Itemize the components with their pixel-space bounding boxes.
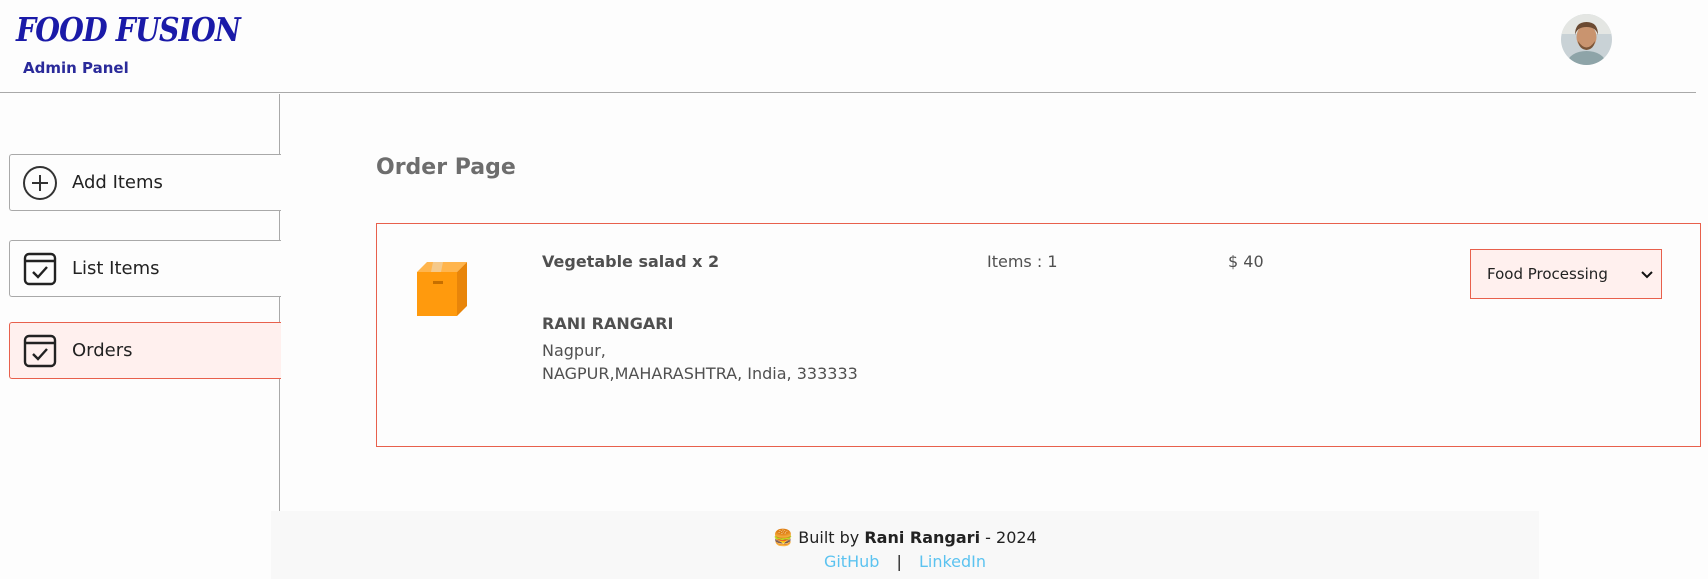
sidebar-item-label: Orders bbox=[72, 340, 133, 361]
footer-links: GitHub | LinkedIn bbox=[271, 552, 1539, 571]
sidebar-item-orders[interactable]: Orders bbox=[9, 322, 281, 379]
parcel-icon bbox=[409, 256, 471, 318]
avatar-image bbox=[1561, 14, 1612, 65]
sidebar-item-add-items[interactable]: Add Items bbox=[9, 154, 281, 211]
checkbox-icon bbox=[22, 333, 58, 369]
address-line-2: NAGPUR,MAHARASHTRA, India, 333333 bbox=[542, 364, 858, 383]
customer-name: RANI RANGARI bbox=[542, 314, 674, 333]
order-card: Vegetable salad x 2 RANI RANGARI Nagpur,… bbox=[376, 223, 1701, 447]
order-amount: $ 40 bbox=[1228, 252, 1264, 271]
sidebar-item-label: Add Items bbox=[72, 172, 163, 193]
main-content: Order Page bbox=[376, 155, 1701, 180]
sidebar-item-label: List Items bbox=[72, 258, 160, 279]
order-status-select[interactable]: Food Processing bbox=[1470, 249, 1662, 299]
checkbox-icon bbox=[22, 251, 58, 287]
author-name: Rani Rangari bbox=[864, 528, 981, 547]
admin-panel-subtitle: Admin Panel bbox=[23, 59, 129, 77]
address-line-1: Nagpur, bbox=[542, 341, 606, 360]
app-logo[interactable]: FOOD FUSION bbox=[16, 10, 241, 49]
link-separator: | bbox=[896, 552, 902, 571]
navbar: FOOD FUSION Admin Panel bbox=[0, 0, 1696, 93]
linkedin-link[interactable]: LinkedIn bbox=[919, 552, 986, 571]
order-item-summary: Vegetable salad x 2 bbox=[542, 252, 720, 271]
chevron-down-icon bbox=[1641, 265, 1653, 283]
github-link[interactable]: GitHub bbox=[824, 552, 879, 571]
footer: 🍔 Built by Rani Rangari - 2024 GitHub | … bbox=[271, 511, 1539, 579]
footer-credit: 🍔 Built by Rani Rangari - 2024 bbox=[271, 528, 1539, 547]
sidebar: Add Items List Items Orders bbox=[0, 94, 281, 512]
burger-icon: 🍔 bbox=[773, 528, 794, 547]
items-count: Items : 1 bbox=[987, 252, 1058, 271]
page-title: Order Page bbox=[376, 155, 516, 180]
profile-avatar[interactable] bbox=[1561, 14, 1612, 65]
plus-circle-icon bbox=[22, 165, 58, 201]
order-status-value: Food Processing bbox=[1487, 265, 1608, 283]
year-text: - 2024 bbox=[985, 528, 1037, 547]
sidebar-item-list-items[interactable]: List Items bbox=[9, 240, 281, 297]
built-by-text: Built by bbox=[798, 528, 860, 547]
